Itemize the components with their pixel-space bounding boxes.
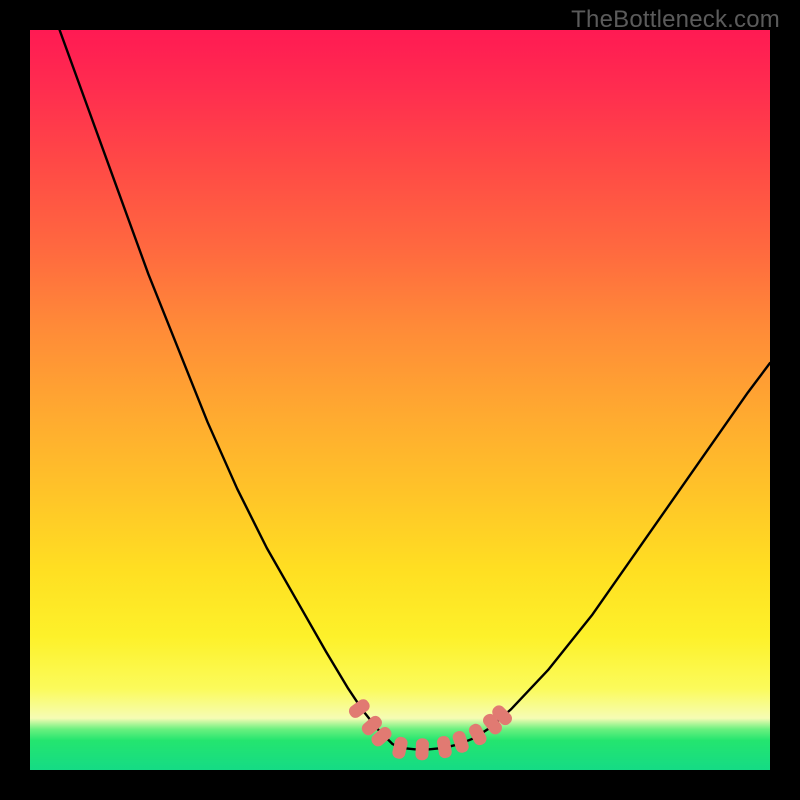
bottleneck-curve	[60, 30, 770, 749]
watermark-text: TheBottleneck.com	[571, 6, 780, 34]
trough-markers-group	[347, 697, 515, 761]
plot-area	[30, 30, 770, 770]
trough-marker	[436, 735, 453, 759]
chart-overlay	[30, 30, 770, 770]
trough-marker	[415, 738, 429, 761]
trough-marker	[467, 722, 489, 748]
trough-marker	[391, 736, 409, 760]
trough-marker	[451, 729, 470, 754]
chart-frame: TheBottleneck.com	[0, 0, 800, 800]
